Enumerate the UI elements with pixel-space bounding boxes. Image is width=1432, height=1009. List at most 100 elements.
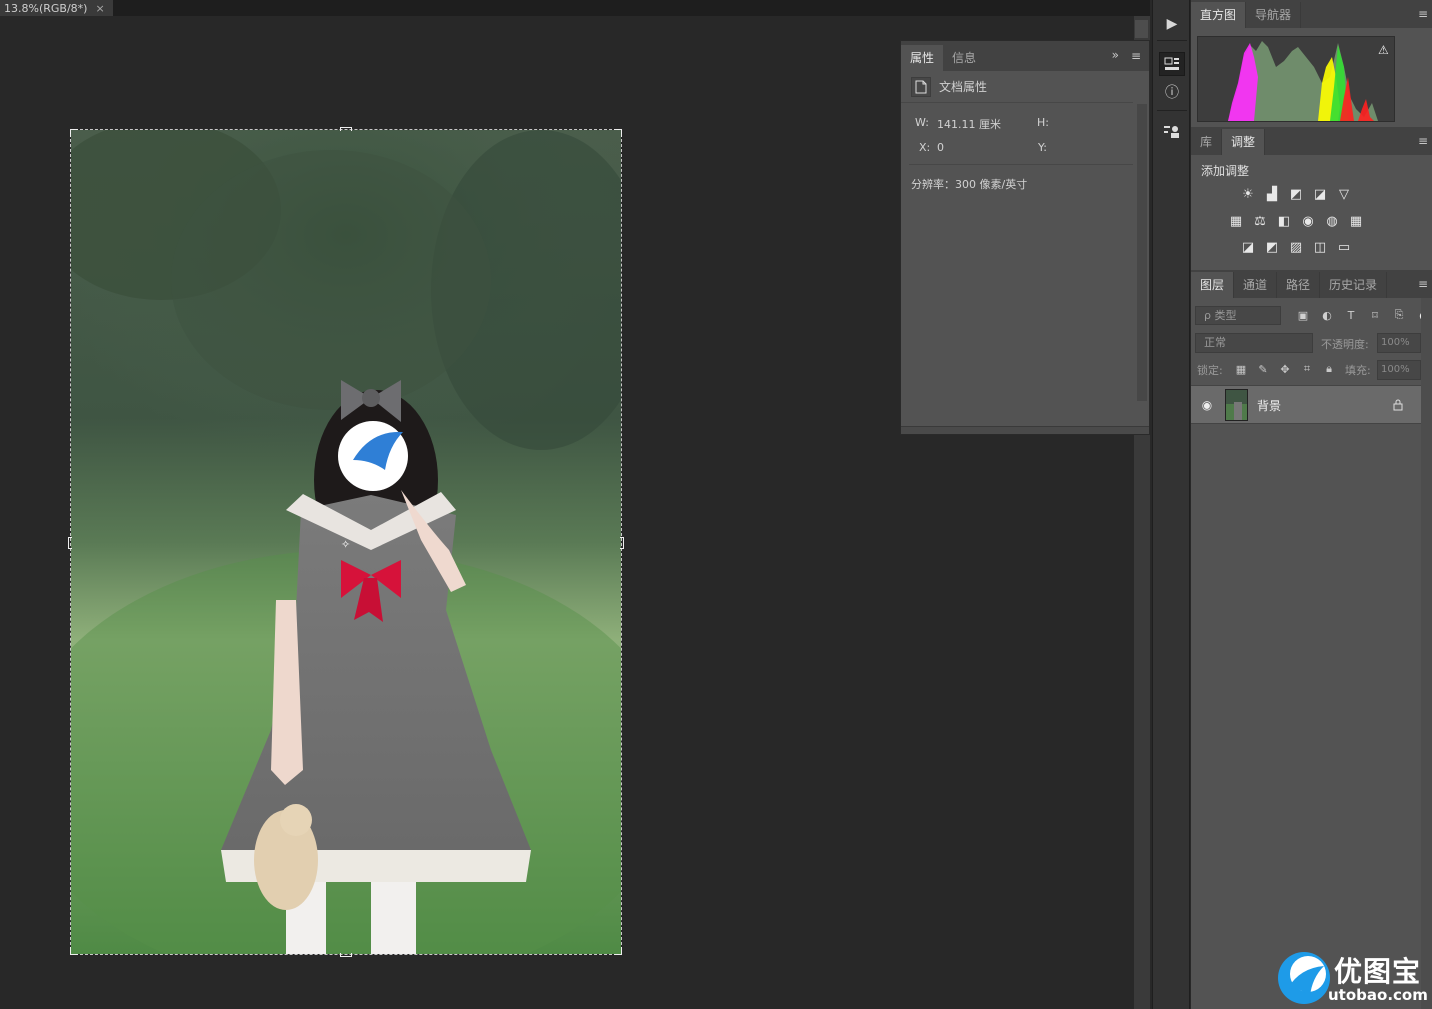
- adjustments-panel-tabs: 库 调整 ≡: [1191, 127, 1432, 155]
- threshold-icon[interactable]: ▨: [1287, 239, 1305, 255]
- lock-position-icon[interactable]: ✥: [1277, 361, 1293, 377]
- fill-label: 填充:: [1345, 364, 1371, 377]
- tab-properties[interactable]: 属性: [901, 45, 944, 71]
- gradient-map-icon[interactable]: ▭: [1335, 239, 1353, 255]
- image-filter-icon[interactable]: ▣: [1295, 307, 1311, 323]
- properties-icon[interactable]: [1159, 52, 1185, 76]
- layer-name[interactable]: 背景: [1257, 397, 1281, 414]
- panel-menu-icon[interactable]: ≡: [1418, 134, 1428, 148]
- panel-icon-strip: ▶ ⓘ: [1152, 0, 1190, 1009]
- crop-handle-top-right[interactable]: [614, 129, 622, 137]
- properties-header: 文档属性: [901, 71, 1133, 103]
- properties-title: 文档属性: [939, 80, 988, 94]
- layers-scrollbar[interactable]: [1421, 298, 1432, 1009]
- crop-handle-top[interactable]: [340, 127, 352, 131]
- lock-label: 锁定:: [1197, 364, 1223, 377]
- tab-library[interactable]: 库: [1191, 129, 1223, 155]
- shape-filter-icon[interactable]: ⌑: [1367, 307, 1383, 323]
- crop-handle-bottom-left[interactable]: [70, 947, 78, 955]
- fill-input[interactable]: 100%: [1377, 360, 1421, 380]
- invert-icon[interactable]: ◪: [1239, 239, 1257, 255]
- vibrance-icon[interactable]: ▽: [1335, 186, 1353, 202]
- divider: [1157, 40, 1187, 41]
- layer-lock-icon: [1391, 397, 1405, 413]
- play-action-icon[interactable]: ▶: [1159, 12, 1185, 36]
- layers-panel-tabs: 图层 通道 路径 历史记录 ≡: [1191, 270, 1432, 298]
- divider: [1157, 110, 1187, 111]
- levels-icon[interactable]: ▟: [1263, 186, 1281, 202]
- bird-logo-icon: [1278, 952, 1330, 1004]
- tab-adjustments[interactable]: 调整: [1222, 129, 1266, 155]
- smart-object-filter-icon[interactable]: ⎘: [1391, 307, 1407, 323]
- crop-handle-left[interactable]: [68, 537, 72, 549]
- posterize-icon[interactable]: ◩: [1263, 239, 1281, 255]
- width-value[interactable]: 141.11 厘米: [937, 116, 1001, 132]
- properties-panel: 属性 信息 » ≡ 文档属性 W: 141.11 厘米 H: X: 0 Y: 分…: [900, 40, 1150, 435]
- document-tab-title: 13.8%(RGB/8*): [4, 1, 88, 15]
- properties-panel-tabs: 属性 信息 » ≡: [901, 41, 1149, 71]
- close-icon[interactable]: ×: [95, 1, 104, 16]
- tab-info[interactable]: 信息: [943, 45, 985, 71]
- black-white-icon[interactable]: ◧: [1275, 213, 1293, 229]
- divider: [909, 164, 1133, 165]
- x-label: X:: [919, 141, 931, 154]
- properties-scrollbar[interactable]: [1137, 104, 1147, 401]
- panel-menu-icon[interactable]: ≡: [1418, 7, 1428, 21]
- y-label: Y:: [1038, 141, 1047, 154]
- right-panel-dock: 直方图 导航器 ≡ ⚠ 库 调整 ≡ 添加调整 ☀ ▟ ◩ ◪ ▽ ▦ ⚖ ◧ …: [1191, 0, 1432, 1009]
- blend-mode-select[interactable]: 正常: [1195, 333, 1313, 353]
- lock-all-icon[interactable]: 🔒︎: [1321, 361, 1337, 377]
- crop-handle-bottom[interactable]: [340, 953, 352, 957]
- site-watermark-logo: 优图宝 utobao.com: [1276, 948, 1432, 1009]
- collapse-panel-icon[interactable]: »: [1112, 48, 1119, 62]
- photoshop-window: 13.8%(RGB/8*) × ✧ 属性 信息 » ≡ 文档属性 W: 141.…: [0, 0, 1432, 1009]
- panel-menu-icon[interactable]: ≡: [1131, 49, 1141, 63]
- histogram-graph: [1197, 36, 1395, 122]
- x-value[interactable]: 0: [937, 141, 944, 154]
- lock-image-icon[interactable]: ✎: [1255, 361, 1271, 377]
- tab-histogram[interactable]: 直方图: [1191, 2, 1247, 28]
- tab-paths[interactable]: 路径: [1277, 272, 1321, 298]
- layer-row[interactable]: ◉ 背景: [1191, 385, 1421, 424]
- tab-history[interactable]: 历史记录: [1320, 272, 1388, 298]
- width-label: W:: [915, 116, 929, 129]
- selective-color-icon[interactable]: ◫: [1311, 239, 1329, 255]
- panel-resize-grip[interactable]: [901, 426, 1149, 434]
- add-adjustment-label: 添加调整: [1201, 164, 1250, 178]
- hue-saturation-icon[interactable]: ▦: [1227, 213, 1245, 229]
- document-icon: [911, 76, 931, 97]
- adjustment-filter-icon[interactable]: ◐: [1319, 307, 1335, 323]
- channel-mixer-icon[interactable]: ◍: [1323, 213, 1341, 229]
- watermark-title: 优图宝: [1334, 955, 1422, 988]
- clone-source-icon[interactable]: [1159, 120, 1185, 144]
- info-icon[interactable]: ⓘ: [1159, 80, 1185, 104]
- crop-handle-bottom-right[interactable]: [614, 947, 622, 955]
- color-balance-icon[interactable]: ⚖: [1251, 213, 1269, 229]
- tab-channels[interactable]: 通道: [1234, 272, 1278, 298]
- photo-filter-icon[interactable]: ◉: [1299, 213, 1317, 229]
- color-lookup-icon[interactable]: ▦: [1347, 213, 1365, 229]
- opacity-label: 不透明度:: [1321, 338, 1369, 351]
- canvas-scrollbar-thumb[interactable]: [1135, 20, 1148, 38]
- cache-warning-icon[interactable]: ⚠: [1378, 43, 1389, 57]
- brightness-contrast-icon[interactable]: ☀: [1239, 186, 1257, 202]
- histogram-curve: [1228, 41, 1378, 121]
- type-filter-icon[interactable]: T: [1343, 307, 1359, 323]
- watermark-url: utobao.com: [1328, 986, 1428, 1004]
- lock-transparent-icon[interactable]: ▦: [1233, 361, 1249, 377]
- opacity-input[interactable]: 100%: [1377, 333, 1421, 353]
- visibility-eye-icon[interactable]: ◉: [1199, 397, 1215, 413]
- crop-handle-top-left[interactable]: [70, 129, 78, 137]
- tab-layers[interactable]: 图层: [1191, 272, 1235, 298]
- document-tab-bar: 13.8%(RGB/8*) ×: [0, 0, 1150, 16]
- histogram-panel-tabs: 直方图 导航器 ≡: [1191, 0, 1432, 28]
- exposure-icon[interactable]: ◪: [1311, 186, 1329, 202]
- resolution-text: 分辨率：300 像素/英寸: [911, 178, 1028, 191]
- panel-menu-icon[interactable]: ≡: [1418, 277, 1428, 291]
- document-tab[interactable]: 13.8%(RGB/8*) ×: [0, 0, 113, 16]
- curves-icon[interactable]: ◩: [1287, 186, 1305, 202]
- crop-handle-right[interactable]: [620, 537, 624, 549]
- lock-artboard-icon[interactable]: ⌗: [1299, 361, 1315, 377]
- tab-navigator[interactable]: 导航器: [1246, 2, 1302, 28]
- layer-filter-select[interactable]: ρ 类型: [1195, 306, 1281, 325]
